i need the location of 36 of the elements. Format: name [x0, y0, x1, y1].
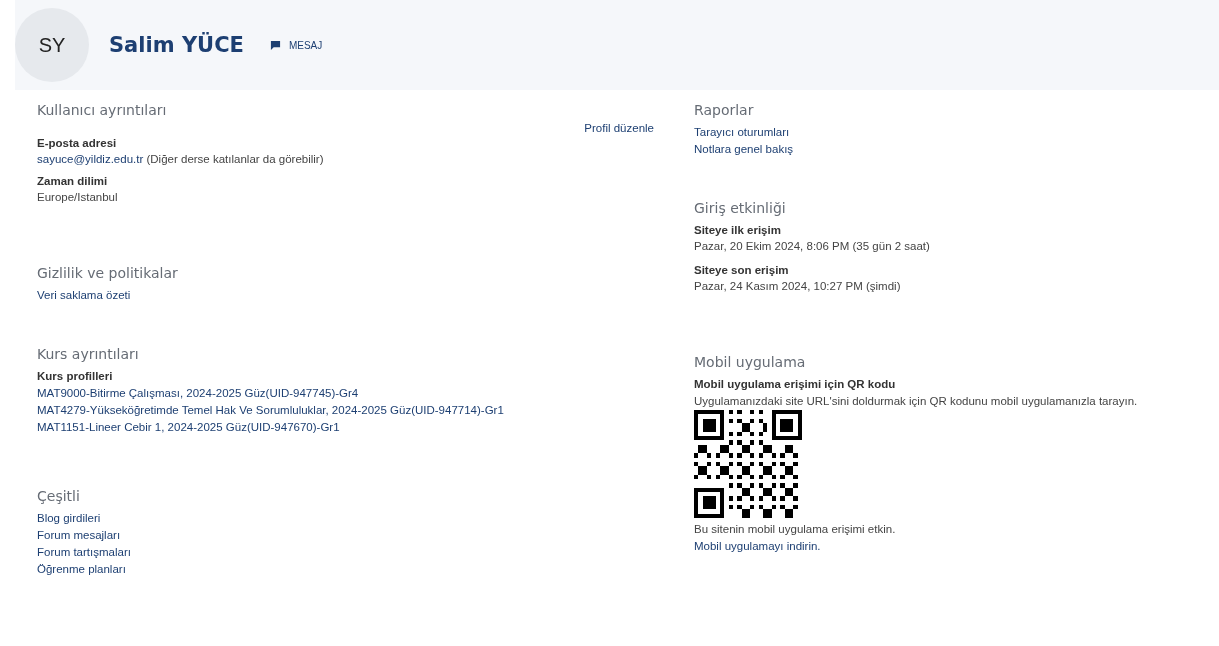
section-heading: Raporlar: [694, 102, 754, 118]
field-value: Pazar, 24 Kasım 2024, 10:27 PM (şimdi): [694, 280, 901, 292]
nav-link[interactable]: MAT9000-Bitirme Çalışması, 2024-2025 Güz(UID-947745)-Gr4: [37, 387, 359, 399]
nav-link[interactable]: Forum mesajları: [37, 529, 121, 541]
section-heading: Giriş etkinliği: [694, 200, 786, 216]
nav-link[interactable]: Öğrenme planları: [37, 563, 126, 575]
nav-link[interactable]: MAT4279-Yükseköğretimde Temel Hak Ve Sorumluluklar, 2024-2025 Güz(UID-947714)-Gr1: [37, 404, 504, 416]
nav-link[interactable]: Veri saklama özeti: [37, 289, 131, 301]
avatar-initials: SY: [15, 8, 89, 82]
nav-link[interactable]: Blog girdileri: [37, 512, 101, 524]
description-text: Bu sitenin mobil uygulama erişimi etkin.: [694, 523, 896, 535]
field-label: Kurs profilleri: [37, 370, 113, 382]
nav-link[interactable]: MAT1151-Lineer Cebir 1, 2024-2025 Güz(UID-947670)-Gr1: [37, 421, 340, 433]
message-button[interactable]: MESAJ: [263, 39, 323, 51]
section-heading: Gizlilik ve politikalar: [37, 265, 178, 281]
email-value: sayuce@yildiz.edu.tr (Diğer derse katılanlar da görebilir): [37, 153, 324, 165]
field-value: Pazar, 20 Ekim 2024, 8:06 PM (35 gün 2 saat): [694, 240, 930, 252]
nav-link[interactable]: Notlara genel bakış: [694, 143, 794, 155]
nav-link[interactable]: Tarayıcı oturumları: [694, 126, 790, 138]
section-heading: Kullanıcı ayrıntıları: [37, 102, 167, 118]
chat-bubble-icon: [269, 39, 281, 51]
user-name: Salim YÜCE: [109, 33, 244, 57]
field-value: Europe/Istanbul: [37, 191, 118, 203]
section-heading: Kurs ayrıntıları: [37, 346, 139, 362]
field-label: E-posta adresi: [37, 137, 117, 149]
nav-link[interactable]: Forum tartışmaları: [37, 546, 131, 558]
nav-link[interactable]: Mobil uygulamayı indirin.: [694, 540, 821, 552]
edit-profile-link[interactable]: Profil düzenle: [584, 122, 654, 134]
section-heading: Mobil uygulama: [694, 354, 806, 370]
email-link[interactable]: sayuce@yildiz.edu.tr: [37, 153, 144, 165]
field-label: Mobil uygulama erişimi için QR kodu: [694, 378, 896, 390]
description-text: Uygulamanızdaki site URL'sini doldurmak için QR kodunu mobil uygulamanızla tarayın.: [694, 395, 1138, 407]
field-label: Siteye son erişim: [694, 264, 789, 276]
field-label: Siteye ilk erişim: [694, 224, 781, 236]
section-heading: Çeşitli: [37, 488, 80, 504]
field-label: Zaman dilimi: [37, 175, 108, 187]
